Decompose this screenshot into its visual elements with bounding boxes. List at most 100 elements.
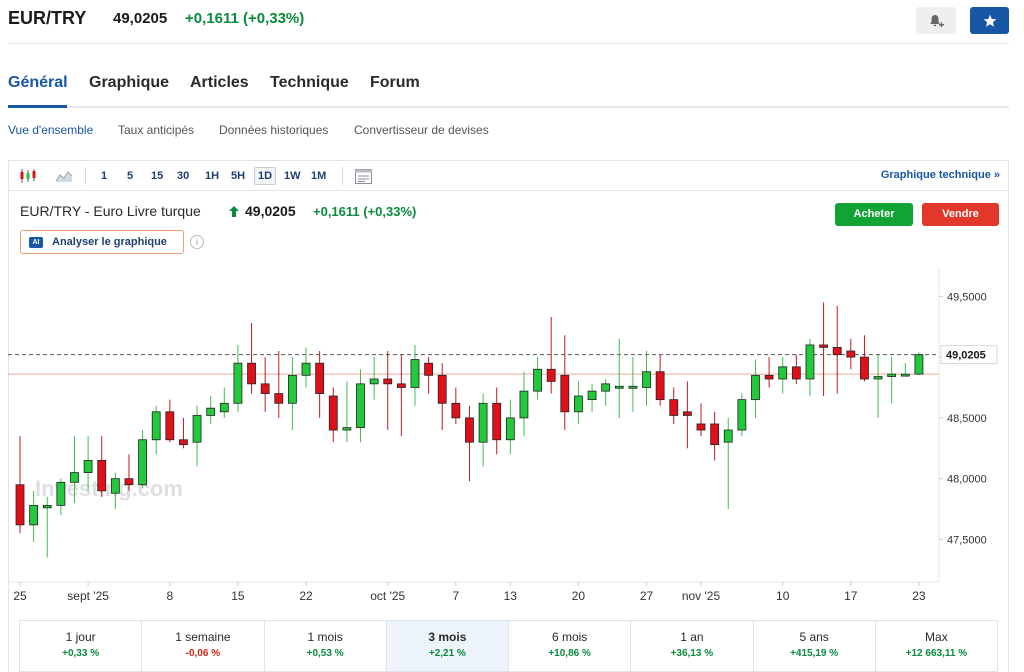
performance-period[interactable]: 1 an +36,13 % xyxy=(631,621,754,671)
candle-body xyxy=(642,371,651,388)
performance-period-value: +0,53 % xyxy=(306,648,344,659)
candle-body xyxy=(315,362,325,394)
create-alert-button[interactable] xyxy=(916,7,956,34)
subtab-currency-converter[interactable]: Convertisseur de devises xyxy=(354,123,489,137)
candle-body xyxy=(301,362,311,376)
candle-body xyxy=(533,368,542,392)
performance-period[interactable]: 1 jour +0,33 % xyxy=(20,621,143,671)
performance-period-value: +10,86 % xyxy=(548,648,591,659)
candle-body xyxy=(791,366,801,380)
timeframe-1w[interactable]: 1W xyxy=(281,167,304,185)
performance-period[interactable]: 3 mois +2,21 % xyxy=(386,621,509,671)
performance-period[interactable]: 1 mois +0,53 % xyxy=(265,621,387,671)
performance-period-label: 1 an xyxy=(680,630,704,644)
timeframe-1min[interactable]: 1 xyxy=(98,167,110,185)
candle-body xyxy=(97,460,107,492)
candlestick-chart[interactable]: Investing.com47,500048,000048,500049,000… xyxy=(8,268,1009,608)
toolbar-separator xyxy=(85,167,86,185)
candle-body xyxy=(179,439,188,446)
chart-change: +0,1611 (+0,33%) xyxy=(313,204,417,219)
performance-period[interactable]: 1 semaine -0,06 % xyxy=(142,621,265,671)
tab-forum[interactable]: Forum xyxy=(370,74,420,92)
candle-body xyxy=(287,374,297,404)
candle-body xyxy=(42,505,52,509)
tab-chart[interactable]: Graphique xyxy=(89,74,169,92)
star-icon xyxy=(983,14,996,27)
candle-body xyxy=(424,362,434,376)
performance-period[interactable]: Max +12 663,11 % xyxy=(876,621,997,671)
candle-body xyxy=(628,385,638,389)
candle-body xyxy=(383,378,393,385)
chart-toolbar: 1 5 15 30 1H 5H 1D 1W 1M Graphique techn… xyxy=(9,161,1008,191)
timeframe-5min[interactable]: 5 xyxy=(124,167,136,185)
timeframe-15min[interactable]: 15 xyxy=(148,167,166,185)
quote-header: EUR/TRY 49,0205 +0,1611 (+0,33%) xyxy=(0,0,1024,44)
candlestick-icon[interactable] xyxy=(18,167,38,185)
ai-icon: AI xyxy=(29,237,43,248)
performance-period-label: 1 semaine xyxy=(175,630,231,644)
performance-period-label: 3 mois xyxy=(428,630,467,644)
candle-body xyxy=(900,373,910,377)
candle-body xyxy=(29,505,39,526)
technical-chart-link[interactable]: Graphique technique » xyxy=(881,169,1000,181)
area-chart-icon[interactable] xyxy=(54,167,74,185)
timeframe-1m[interactable]: 1M xyxy=(308,167,329,185)
performance-period-label: Max xyxy=(925,630,948,644)
candle-body xyxy=(274,393,284,404)
performance-periods: 1 jour +0,33 % 1 semaine -0,06 % 1 mois +0,53… xyxy=(19,620,998,672)
timeframe-1h[interactable]: 1H xyxy=(202,167,222,185)
performance-period-value: -0,06 % xyxy=(185,648,221,659)
performance-period-label: 6 mois xyxy=(551,630,588,644)
performance-period-label: 5 ans xyxy=(799,630,829,644)
table-icon[interactable] xyxy=(353,167,373,185)
candle-body xyxy=(110,478,120,494)
candle-body xyxy=(505,417,515,441)
candle-body xyxy=(873,376,883,380)
subtab-overview[interactable]: Vue d'ensemble xyxy=(8,123,93,137)
x-tick-label: 22 xyxy=(299,589,313,603)
x-tick-label: 8 xyxy=(166,589,173,603)
y-tick-label: 47,5000 xyxy=(947,534,987,546)
candle-body xyxy=(56,481,66,506)
candle-body xyxy=(192,415,202,443)
candle-body xyxy=(465,417,474,443)
subtab-historical-data[interactable]: Données historiques xyxy=(219,123,328,137)
tab-general[interactable]: Général xyxy=(8,74,68,92)
candle-body xyxy=(846,350,856,358)
performance-period-label: 1 mois xyxy=(307,630,343,644)
subtab-forward-rates[interactable]: Taux anticipés xyxy=(118,123,194,137)
candle-body xyxy=(410,359,420,388)
candle-body xyxy=(696,423,706,431)
performance-period[interactable]: 6 mois +10,86 % xyxy=(509,621,632,671)
tab-technical[interactable]: Technique xyxy=(270,74,349,92)
buy-button[interactable]: Acheter xyxy=(835,203,913,226)
active-tab-indicator xyxy=(8,105,67,108)
tab-articles[interactable]: Articles xyxy=(190,74,249,92)
info-icon[interactable]: i xyxy=(190,235,204,249)
timeframe-5h[interactable]: 5H xyxy=(228,167,248,185)
bell-plus-icon xyxy=(930,14,944,27)
x-tick-label: 10 xyxy=(776,589,790,603)
candle-body xyxy=(560,374,570,413)
timeframe-1d[interactable]: 1D xyxy=(254,167,277,185)
candle-body xyxy=(233,362,243,404)
performance-period[interactable]: 5 ans +415,19 % xyxy=(754,621,876,671)
candle-body xyxy=(151,411,161,441)
current-price-label: 49,0205 xyxy=(946,350,986,362)
candle-body xyxy=(669,399,679,416)
candle-body xyxy=(356,383,365,429)
candle-body xyxy=(478,402,488,443)
candle-body xyxy=(15,484,25,526)
sub-tabs: Vue d'ensemble Taux anticipés Données hi… xyxy=(8,123,708,139)
timeframe-30min[interactable]: 30 xyxy=(174,167,192,185)
candle-body xyxy=(860,356,869,380)
x-tick-label: sept '25 xyxy=(67,589,109,603)
performance-period-value: +36,13 % xyxy=(670,648,714,659)
pair-change: +0,1611 (+0,33%) xyxy=(185,10,305,27)
candle-body xyxy=(587,390,597,401)
sell-button[interactable]: Vendre xyxy=(922,203,999,226)
analyze-chart-label: Analyser le graphique xyxy=(52,236,167,248)
candle-body xyxy=(805,344,815,380)
analyze-chart-button[interactable]: AI Analyser le graphique xyxy=(20,230,184,254)
add-watchlist-button[interactable] xyxy=(970,7,1009,34)
